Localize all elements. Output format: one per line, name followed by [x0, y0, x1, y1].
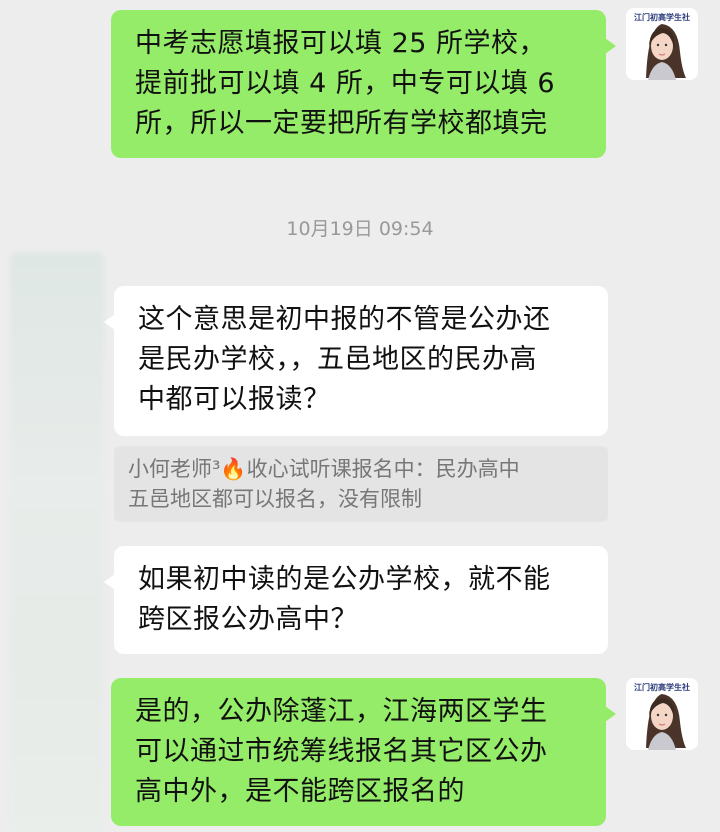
sender-avatar[interactable]: 江门初高学生社 — [626, 8, 698, 80]
message-line: 是民办学校，，五邑地区的民办高 — [138, 344, 537, 375]
sender-avatar[interactable]: 江门初高学生社 — [626, 678, 698, 750]
quoted-message[interactable]: 小何老师³🔥收心试听课报名中：民办高中 五邑地区都可以报名，没有限制 — [114, 446, 608, 522]
avatar-label: 江门初高学生社 — [634, 13, 690, 22]
received-message-2[interactable]: 如果初中读的是公办学校，就不能 跨区报公办高中？ — [104, 546, 608, 654]
avatar-label: 江门初高学生社 — [634, 683, 690, 692]
quote-line: 五邑地区都可以报名，没有限制 — [128, 487, 422, 511]
sent-message-1[interactable]: 中考志愿填报可以填 25 所学校， 提前批可以填 4 所，中专可以填 6 所，所… — [111, 10, 616, 158]
quote-line: 小何老师³🔥收心试听课报名中：民办高中 — [128, 457, 520, 481]
message-line: 是的，公办除蓬江，江海两区学生 — [135, 696, 548, 727]
message-line: 中都可以报读？ — [138, 384, 331, 415]
message-line: 中考志愿填报可以填 25 所学校， — [135, 28, 547, 59]
message-line: 高中外，是不能跨区报名的 — [135, 776, 465, 807]
message-line: 提前批可以填 4 所，中专可以填 6 — [135, 68, 556, 99]
message-line: 跨区报公办高中？ — [138, 604, 358, 635]
timestamp: 10月19日 09:54 — [286, 218, 434, 240]
message-line: 如果初中读的是公办学校，就不能 — [138, 564, 551, 595]
message-line: 可以通过市统筹线报名其它区公办 — [135, 736, 548, 767]
received-message-1[interactable]: 这个意思是初中报的不管是公办还 是民办学校，，五邑地区的民办高 中都可以报读？ — [104, 286, 608, 436]
message-line: 这个意思是初中报的不管是公办还 — [138, 304, 551, 335]
message-line: 所，所以一定要把所有学校都填完 — [135, 108, 548, 139]
sent-message-2[interactable]: 是的，公办除蓬江，江海两区学生 可以通过市统筹线报名其它区公办 高中外，是不能跨… — [111, 678, 616, 826]
blurred-avatar — [10, 252, 104, 832]
